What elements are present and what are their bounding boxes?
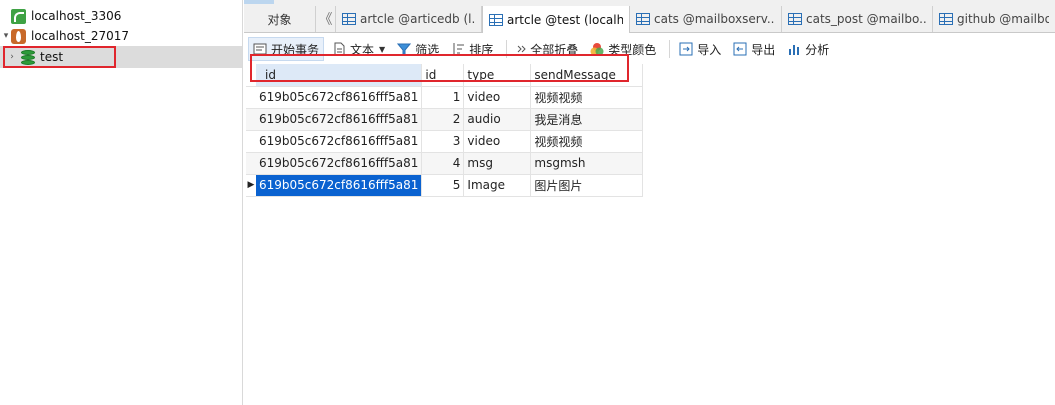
- cell-id[interactable]: 2: [421, 108, 465, 131]
- export-button[interactable]: 导出: [729, 37, 779, 61]
- analyze-button[interactable]: 分析: [783, 37, 833, 61]
- column-header-sendMessage[interactable]: sendMessage: [530, 64, 644, 87]
- cell-_id[interactable]: 619b05c672cf8616fff5a81: [256, 130, 423, 153]
- column-header-id[interactable]: id: [421, 64, 465, 87]
- cell-type[interactable]: video: [463, 130, 532, 153]
- cell-sendMessage[interactable]: 图片图片: [530, 174, 644, 197]
- connection-label: localhost_3306: [31, 9, 122, 23]
- database-icon: [21, 49, 35, 65]
- cell-sendMessage[interactable]: 视频视频: [530, 130, 644, 153]
- cell-type[interactable]: Image: [463, 174, 532, 197]
- text-view-button[interactable]: 文本 ▼: [328, 37, 389, 61]
- table-row[interactable]: 619b05c672cf8616fff5a81 3 video 视频视频: [246, 130, 644, 153]
- connection-localhost-27017[interactable]: ▾ localhost_27017: [0, 26, 242, 46]
- table-icon: [939, 13, 953, 25]
- table-icon: [636, 13, 650, 25]
- cell-_id[interactable]: 619b05c672cf8616fff5a81: [256, 86, 423, 109]
- tab-github[interactable]: github @mailbox: [933, 6, 1055, 32]
- mongodb-icon: [11, 28, 26, 44]
- connection-label: localhost_27017: [31, 29, 130, 43]
- cell-sendMessage[interactable]: msgmsh: [530, 152, 644, 175]
- import-icon: [679, 42, 693, 56]
- header-row: _id id type sendMessage: [246, 64, 644, 87]
- import-button[interactable]: 导入: [675, 37, 725, 61]
- table-icon: [342, 13, 356, 25]
- database-test[interactable]: › test: [0, 46, 242, 68]
- column-header-_id[interactable]: _id: [256, 64, 423, 87]
- tab-strip: 对象 《 artcle @articedb (l... artcle @test…: [244, 6, 1055, 33]
- table-row[interactable]: 619b05c672cf8616fff5a81 2 audio 我是消息: [246, 108, 644, 131]
- tab-objects[interactable]: 对象: [244, 6, 316, 32]
- begin-transaction-button[interactable]: 开始事务: [248, 37, 325, 61]
- column-header-type[interactable]: type: [463, 64, 532, 87]
- current-row-marker-icon: ▶: [246, 174, 256, 197]
- toolbar: 开始事务 文本 ▼ 筛选 排序 全部折叠 类型颜色 导入 导出 分析: [244, 34, 1055, 64]
- cell-_id[interactable]: 619b05c672cf8616fff5a81: [256, 152, 423, 175]
- export-icon: [733, 42, 747, 56]
- cell-id[interactable]: 1: [421, 86, 465, 109]
- cell-id[interactable]: 5: [421, 174, 465, 197]
- sort-button[interactable]: 排序: [447, 37, 497, 61]
- color-palette-icon: [590, 42, 604, 56]
- tab-artcle-articedb[interactable]: artcle @articedb (l...: [336, 6, 482, 32]
- cell-id[interactable]: 4: [421, 152, 465, 175]
- connection-tree: localhost_3306 ▾ localhost_27017 › test: [0, 0, 243, 405]
- transaction-icon: [253, 42, 267, 56]
- cell-id[interactable]: 3: [421, 130, 465, 153]
- table-row-current[interactable]: ▶ 619b05c672cf8616fff5a81 5 Image 图片图片: [246, 174, 644, 197]
- collapsed-arrow-icon[interactable]: ›: [7, 52, 17, 62]
- tab-artcle-test[interactable]: artcle @test (localh...: [482, 6, 630, 33]
- cell-type[interactable]: msg: [463, 152, 532, 175]
- sort-icon: [451, 42, 465, 56]
- connection-localhost-3306[interactable]: localhost_3306: [0, 6, 242, 26]
- expanded-arrow-icon[interactable]: ▾: [1, 31, 11, 41]
- type-color-button[interactable]: 类型颜色: [586, 37, 660, 61]
- cell-sendMessage[interactable]: 我是消息: [530, 108, 644, 131]
- filter-icon: [397, 42, 412, 56]
- tab-cats-post[interactable]: cats_post @mailbo...: [782, 6, 933, 32]
- collapse-icon: [516, 42, 526, 56]
- cell-_id-selected[interactable]: 619b05c672cf8616fff5a81: [256, 174, 423, 197]
- mysql-icon: [11, 8, 26, 24]
- table-icon: [489, 13, 503, 26]
- cell-sendMessage[interactable]: 视频视频: [530, 86, 644, 109]
- document-icon: [332, 42, 346, 56]
- table-icon: [788, 13, 802, 25]
- cell-_id[interactable]: 619b05c672cf8616fff5a81: [256, 108, 423, 131]
- table-row[interactable]: 619b05c672cf8616fff5a81 4 msg msgmsh: [246, 152, 644, 175]
- bar-chart-icon: [787, 42, 801, 56]
- tab-cats-mailboxserv[interactable]: cats @mailboxserv...: [630, 6, 782, 32]
- database-label: test: [40, 50, 64, 64]
- cell-type[interactable]: video: [463, 86, 532, 109]
- tab-scroll-left-icon[interactable]: 《: [316, 6, 336, 32]
- filter-button[interactable]: 筛选: [393, 37, 443, 61]
- table-row[interactable]: 619b05c672cf8616fff5a81 1 video 视频视频: [246, 86, 644, 109]
- cell-type[interactable]: audio: [463, 108, 532, 131]
- data-grid: _id id type sendMessage 619b05c672cf8616…: [246, 64, 644, 197]
- collapse-all-button[interactable]: 全部折叠: [512, 37, 582, 61]
- chevron-down-icon[interactable]: ▼: [379, 45, 385, 54]
